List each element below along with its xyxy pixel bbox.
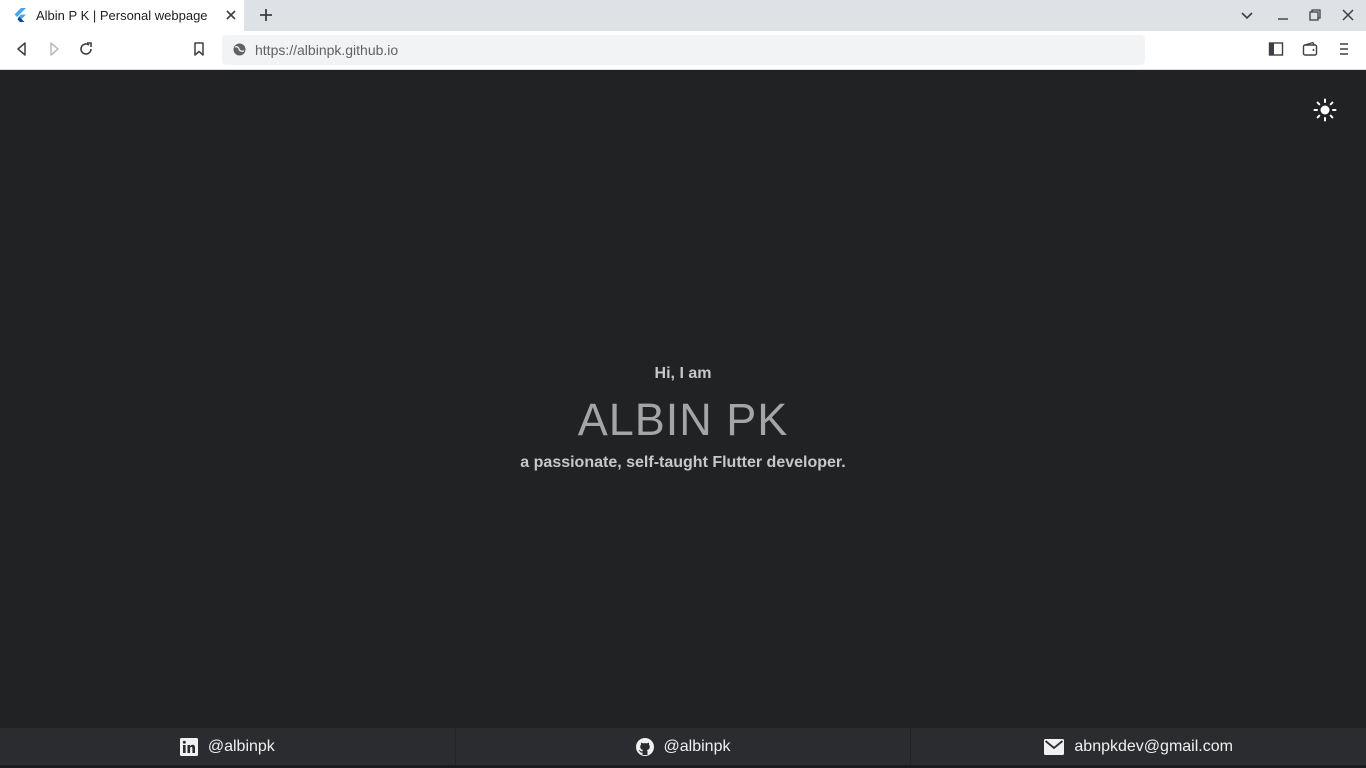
linkedin-icon [179,737,198,756]
github-link[interactable]: @albinpk [456,728,912,765]
close-tab-icon[interactable] [224,8,238,22]
restore-icon[interactable] [1308,8,1322,22]
new-tab-icon[interactable] [258,7,274,23]
contact-footer: @albinpk @albinpk abnpkdev@gmail.com [0,728,1366,768]
hero-section: Hi, I am ALBIN PK a passionate, self-tau… [0,360,1366,476]
forward-icon[interactable] [46,41,62,57]
tab-search-icon[interactable] [1240,8,1254,22]
reload-icon[interactable] [78,41,94,57]
tagline-text: a passionate, self-taught Flutter develo… [520,454,846,471]
address-bar[interactable]: https://albinpk.github.io [222,35,1145,65]
browser-toolbar: https://albinpk.github.io [0,31,1366,70]
browser-tab-strip: Albin P K | Personal webpage [0,0,1366,31]
page-content: Hi, I am ALBIN PK a passionate, self-tau… [0,70,1366,728]
linkedin-link[interactable]: @albinpk [0,728,456,765]
email-address: abnpkdev@gmail.com [1074,737,1233,755]
sun-icon[interactable] [1313,98,1337,122]
github-handle: @albinpk [663,737,731,755]
url-text: https://albinpk.github.io [255,42,399,58]
minimize-icon[interactable] [1276,8,1290,22]
site-info-icon[interactable] [232,42,247,57]
sidebar-icon[interactable] [1268,41,1284,57]
linkedin-handle: @albinpk [207,737,275,755]
email-link[interactable]: abnpkdev@gmail.com [911,728,1366,765]
greeting-text: Hi, I am [654,365,712,382]
browser-tab[interactable]: Albin P K | Personal webpage [0,0,244,31]
mail-icon [1044,738,1065,755]
bookmark-icon[interactable] [191,41,207,57]
tab-title: Albin P K | Personal webpage [36,8,208,23]
menu-icon[interactable] [1336,41,1352,57]
name-heading: ALBIN PK [577,394,789,445]
flutter-icon [14,8,26,22]
wallet-icon[interactable] [1302,41,1318,57]
close-window-icon[interactable] [1341,8,1355,22]
back-icon[interactable] [14,41,30,57]
github-icon [635,737,654,756]
